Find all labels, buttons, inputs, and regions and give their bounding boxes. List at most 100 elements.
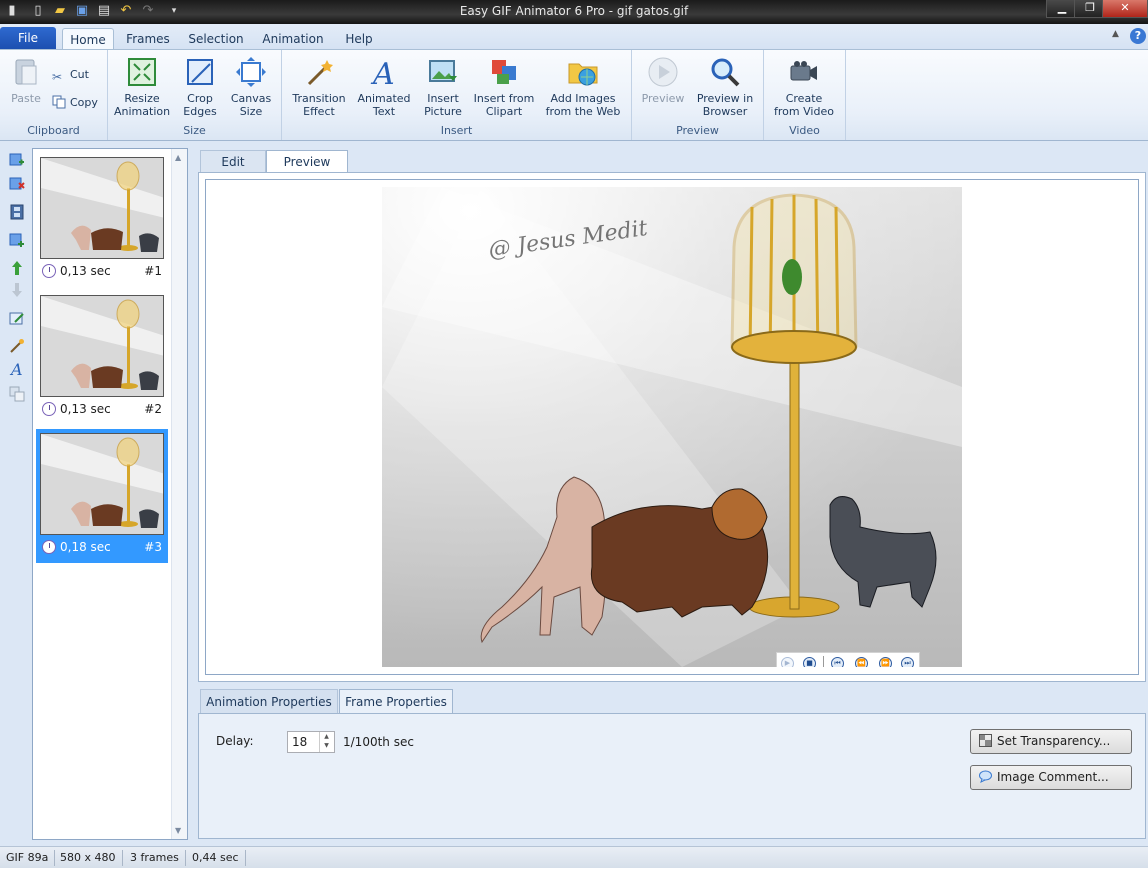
previous-frame-button[interactable]: ⏪	[855, 657, 868, 667]
frame-list[interactable]: ▲ ▼ 0,13 sec #1 0,13 sec #2 0,18 sec #3	[32, 148, 188, 840]
frame-delay: 0,18 sec	[60, 540, 111, 554]
frame-number: #2	[144, 402, 162, 416]
insert-picture-label: Insert Picture	[424, 92, 462, 118]
resize-icon	[128, 58, 156, 86]
preview-browser-button[interactable]: Preview in Browser	[694, 56, 756, 118]
clock-icon	[42, 540, 56, 554]
frame-number: #3	[144, 540, 162, 554]
add-frame-icon[interactable]	[9, 152, 25, 168]
paste-button[interactable]: Paste	[6, 56, 46, 105]
svg-text:A: A	[370, 57, 395, 88]
set-transparency-button[interactable]: Set Transparency...	[970, 729, 1132, 754]
play-icon	[648, 57, 678, 87]
animated-text-label: Animated Text	[357, 92, 411, 118]
status-duration: 0,44 sec	[186, 850, 246, 866]
frame-thumbnail	[40, 157, 164, 259]
tab-preview[interactable]: Preview	[266, 150, 348, 174]
ribbon-collapse-icon[interactable]: ▲	[1112, 29, 1124, 41]
create-from-video-button[interactable]: Create from Video	[772, 56, 836, 118]
magnifier-icon	[711, 58, 740, 87]
text-tool-icon[interactable]: A	[9, 360, 25, 376]
move-down-icon[interactable]	[9, 282, 25, 298]
stepper-down-icon[interactable]: ▼	[324, 742, 329, 749]
preview-frame: @ Jesus Medit ▶ ■ ⏮ ⏪ ⏩ ⏭	[205, 179, 1139, 675]
tab-selection[interactable]: Selection	[186, 28, 246, 50]
file-tab[interactable]: File	[0, 27, 56, 49]
layers-icon[interactable]	[9, 386, 25, 402]
add-images-web-button[interactable]: Add Images from the Web	[544, 56, 622, 118]
stop-button[interactable]: ■	[803, 657, 816, 667]
clock-icon	[42, 264, 56, 278]
transparency-icon	[979, 734, 992, 747]
frame-item[interactable]: 0,13 sec #1	[36, 153, 168, 287]
canvas-label: Canvas Size	[230, 92, 272, 118]
scroll-down-icon[interactable]: ▼	[175, 826, 181, 835]
clipart-icon	[492, 60, 516, 84]
editor-tabs: Edit Preview	[198, 148, 1146, 174]
insert-clipart-button[interactable]: Insert from Clipart	[472, 56, 536, 118]
frame-item[interactable]: 0,18 sec #3	[36, 429, 168, 563]
tab-frames[interactable]: Frames	[122, 28, 174, 50]
frame-list-scrollbar[interactable]: ▲ ▼	[171, 149, 187, 839]
text-icon: A	[370, 57, 395, 88]
tab-edit[interactable]: Edit	[200, 150, 266, 174]
preview-button[interactable]: Preview	[640, 56, 686, 105]
tab-animation-properties[interactable]: Animation Properties	[200, 689, 338, 715]
tab-animation[interactable]: Animation	[260, 28, 326, 50]
scroll-up-icon[interactable]: ▲	[175, 153, 181, 162]
transition-effect-button[interactable]: Transition Effect	[288, 56, 350, 118]
status-bar: GIF 89a 580 x 480 3 frames 0,44 sec	[0, 846, 1148, 868]
bottom-strip	[0, 868, 1148, 876]
delete-frame-icon[interactable]	[9, 176, 25, 192]
cut-button[interactable]: ✂ Cut	[52, 66, 89, 84]
group-clipboard: Paste ✂ Cut Copy Clipboard	[0, 50, 108, 140]
copy-button[interactable]: Copy	[52, 94, 98, 112]
tab-frame-properties[interactable]: Frame Properties	[339, 689, 453, 715]
set-transparency-label: Set Transparency...	[997, 734, 1111, 748]
image-comment-button[interactable]: Image Comment...	[970, 765, 1132, 790]
play-button[interactable]: ▶	[781, 657, 794, 667]
delay-stepper[interactable]: ▲ ▼	[319, 732, 333, 752]
clock-icon	[42, 402, 56, 416]
first-frame-button[interactable]: ⏮	[831, 657, 844, 667]
magic-wand-icon	[307, 60, 333, 86]
group-size: Resize Animation Crop Edges Canvas Size …	[108, 50, 282, 140]
close-button[interactable]: ✕	[1102, 0, 1148, 18]
crop-edges-button[interactable]: Crop Edges	[178, 56, 222, 118]
ribbon: Paste ✂ Cut Copy Clipboard Resize Animati…	[0, 49, 1148, 141]
create-video-label: Create from Video	[774, 92, 834, 118]
insert-picture-button[interactable]: Insert Picture	[420, 56, 466, 118]
playback-divider	[823, 656, 824, 667]
canvas-size-icon	[236, 57, 266, 87]
next-frame-button[interactable]: ⏩	[879, 657, 892, 667]
move-up-icon[interactable]	[9, 260, 25, 276]
crop-label: Crop Edges	[183, 92, 217, 118]
status-dimensions: 580 x 480	[54, 850, 123, 866]
canvas-size-button[interactable]: Canvas Size	[228, 56, 274, 118]
animation-canvas: @ Jesus Medit ▶ ■ ⏮ ⏪ ⏩ ⏭	[382, 187, 962, 667]
cut-label: Cut	[70, 68, 89, 81]
scene-illustration	[382, 187, 962, 667]
comment-icon	[979, 770, 992, 783]
tab-home[interactable]: Home	[62, 28, 114, 50]
ribbon-tab-row: File Home Frames Selection Animation Hel…	[0, 24, 1148, 50]
copy-icon	[52, 95, 66, 109]
svg-text:A: A	[9, 360, 23, 376]
help-icon[interactable]: ?	[1130, 28, 1146, 44]
stepper-up-icon[interactable]: ▲	[324, 733, 329, 740]
tab-help[interactable]: Help	[340, 28, 378, 50]
crop-icon	[187, 59, 213, 85]
frame-item[interactable]: 0,13 sec #2	[36, 291, 168, 425]
scissors-icon: ✂	[52, 70, 63, 84]
edit-frame-icon[interactable]	[9, 310, 25, 326]
copy-label: Copy	[70, 96, 98, 109]
insert-frame-icon[interactable]	[9, 232, 25, 248]
last-frame-button[interactable]: ⏭	[901, 657, 914, 667]
resize-animation-button[interactable]: Resize Animation	[114, 56, 170, 118]
wand-icon[interactable]	[9, 338, 25, 354]
properties-tabs: Animation Properties Frame Properties	[198, 689, 1146, 715]
film-strip-icon[interactable]	[9, 204, 25, 220]
insert-clipart-label: Insert from Clipart	[473, 92, 535, 118]
group-label-size: Size	[183, 124, 206, 137]
animated-text-button[interactable]: A Animated Text	[356, 56, 412, 118]
